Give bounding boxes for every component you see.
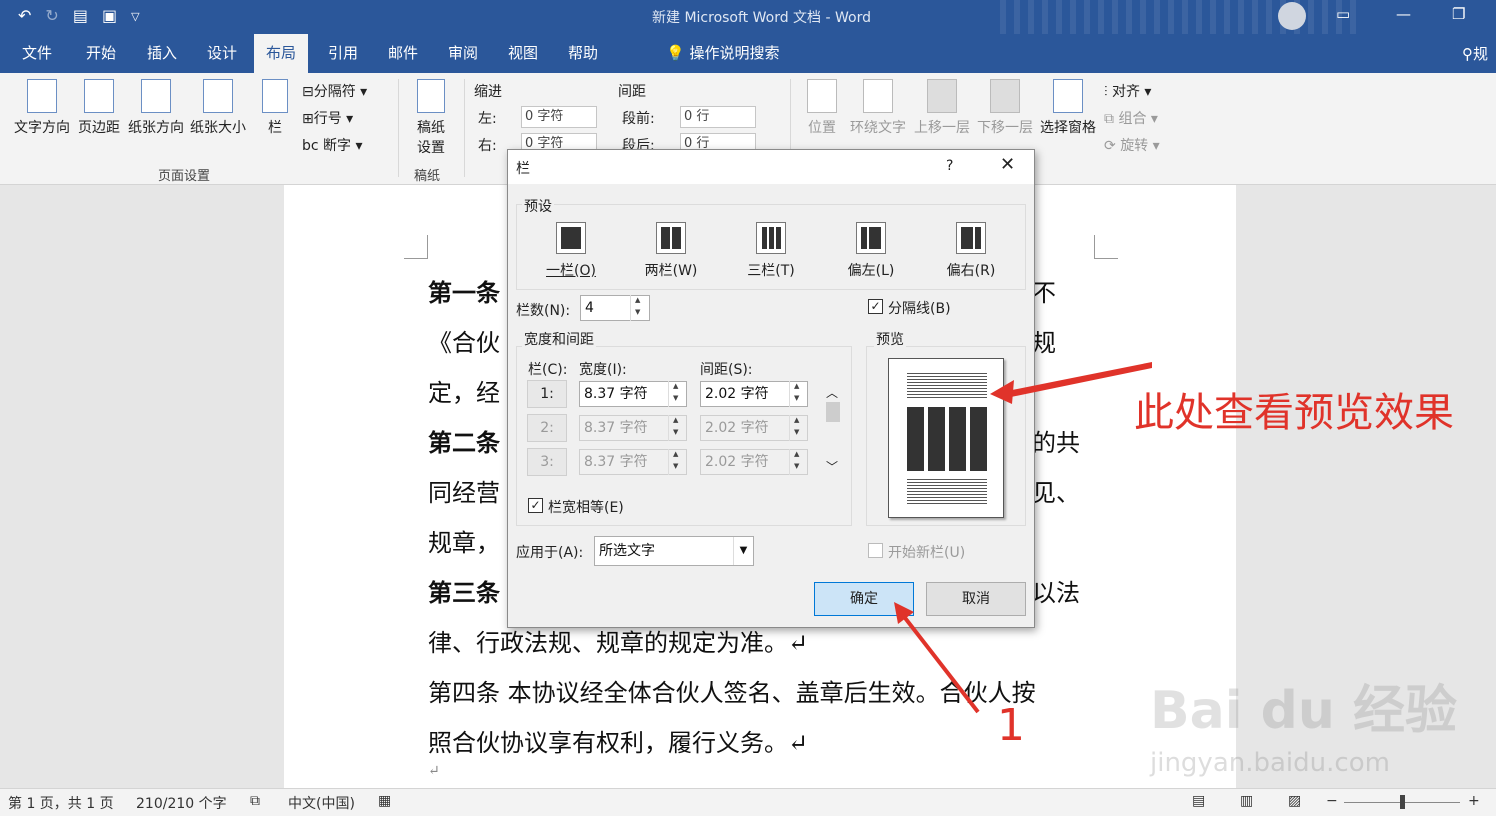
status-bar: 第 1 页，共 1 页 210/210 个字 ⧉ 中文(中国) ▦ ▤ ▥ ▨ …: [0, 788, 1496, 816]
preview-arrow: [1002, 362, 1152, 398]
macro-icon[interactable]: ▦: [378, 793, 391, 809]
web-layout-icon[interactable]: ▨: [1288, 793, 1301, 809]
watermark-logo: Bai du 经验: [1150, 681, 1457, 741]
zoom-out-button[interactable]: −: [1326, 793, 1338, 809]
ok-arrow: [900, 612, 980, 714]
read-mode-icon[interactable]: ▤: [1192, 793, 1205, 809]
page-count[interactable]: 第 1 页，共 1 页: [8, 793, 114, 813]
word-count[interactable]: 210/210 个字: [136, 793, 227, 813]
zoom-in-button[interactable]: +: [1468, 793, 1480, 809]
zoom-slider-thumb[interactable]: [1400, 795, 1405, 809]
watermark-url: jingyan.baidu.com: [1150, 748, 1390, 778]
language-status[interactable]: 中文(中国): [288, 793, 355, 813]
proofing-icon[interactable]: ⧉: [250, 793, 260, 809]
annotation-text: 此处查看预览效果: [1134, 390, 1454, 436]
preview-arrowhead: [990, 380, 1014, 404]
step-marker: 1: [997, 700, 1025, 751]
ok-arrowhead: [894, 602, 914, 624]
print-layout-icon[interactable]: ▥: [1240, 793, 1253, 809]
